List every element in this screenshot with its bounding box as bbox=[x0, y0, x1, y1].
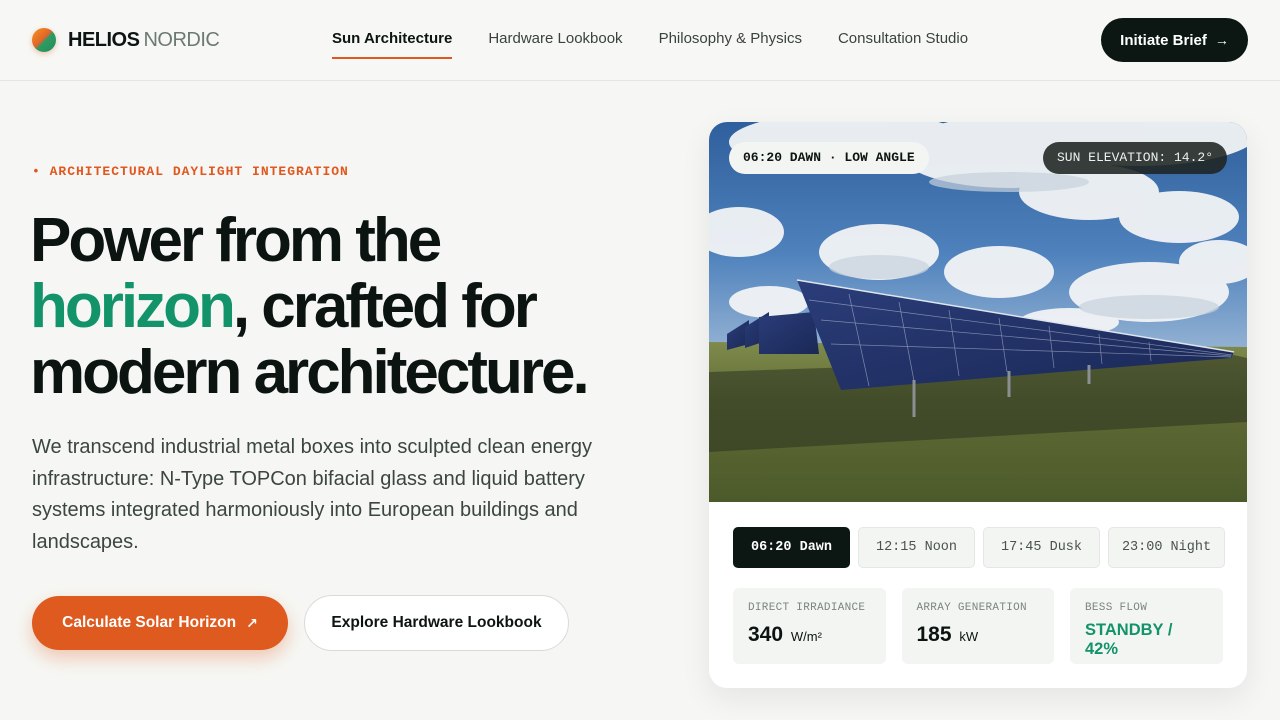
metric-status-value: STANDBY / 42% bbox=[1085, 621, 1173, 658]
metric-label: ARRAY GENERATION bbox=[916, 602, 1027, 614]
calculate-solar-horizon-button[interactable]: Calculate Solar Horizon ↗ bbox=[32, 596, 288, 650]
time-option-noon[interactable]: 12:15 Noon bbox=[858, 527, 975, 568]
metric-number: 340 bbox=[748, 623, 784, 646]
metric-label: BESS FLOW bbox=[1085, 602, 1148, 614]
time-of-day-badge: 06:20 DAWN · LOW ANGLE bbox=[729, 142, 929, 174]
sun-logo-icon bbox=[32, 28, 56, 52]
time-option-dusk[interactable]: 17:45 Dusk bbox=[983, 527, 1100, 568]
sun-elevation-badge: SUN ELEVATION: 14.2° bbox=[1042, 142, 1227, 174]
nav-item-philosophy-physics[interactable]: Philosophy & Physics bbox=[659, 0, 802, 80]
site-header: HELIOS NORDIC Sun Architecture Hardware L… bbox=[0, 0, 1280, 81]
time-option-dawn[interactable]: 06:20 Dawn bbox=[733, 527, 850, 568]
calculate-solar-horizon-label: Calculate Solar Horizon bbox=[62, 614, 237, 631]
nav-item-sun-architecture[interactable]: Sun Architecture bbox=[332, 0, 453, 80]
brand-name-bold: HELIOS bbox=[68, 28, 140, 51]
metric-bess-flow: BESS FLOW STANDBY / 42% bbox=[1070, 588, 1223, 664]
metric-value: 340 W/m² bbox=[748, 623, 872, 647]
main-nav: Sun Architecture Hardware Lookbook Philo… bbox=[332, 0, 1004, 80]
brand-wordmark: HELIOS NORDIC bbox=[68, 28, 220, 52]
nav-item-hardware-lookbook[interactable]: Hardware Lookbook bbox=[488, 0, 622, 80]
initiate-brief-label: Initiate Brief bbox=[1120, 31, 1207, 49]
initiate-brief-button[interactable]: Initiate Brief → bbox=[1101, 18, 1248, 62]
headline-line-3: modern architecture. bbox=[30, 338, 590, 407]
headline-line-1: Power from the bbox=[30, 206, 442, 275]
metric-label: DIRECT IRRADIANCE bbox=[748, 602, 866, 614]
headline-line-2: , crafted for bbox=[232, 272, 538, 341]
metric-direct-irradiance: DIRECT IRRADIANCE 340 W/m² bbox=[733, 588, 886, 664]
metric-number: 185 bbox=[916, 623, 952, 646]
time-selector: 06:20 Dawn 12:15 Noon 17:45 Dusk 23:00 N… bbox=[733, 527, 1225, 568]
solar-array-photo: 06:20 DAWN · LOW ANGLE SUN ELEVATION: 14… bbox=[709, 122, 1247, 502]
nav-item-consultation-studio[interactable]: Consultation Studio bbox=[838, 0, 968, 80]
explore-hardware-lookbook-button[interactable]: Explore Hardware Lookbook bbox=[304, 595, 569, 651]
time-option-night[interactable]: 23:00 Night bbox=[1108, 527, 1225, 568]
headline-accent: horizon bbox=[30, 272, 236, 341]
brand-name-light: NORDIC bbox=[143, 28, 220, 51]
hero-headline: Power from the horizon, crafted for mode… bbox=[30, 208, 670, 406]
metric-value: 185 kW bbox=[917, 623, 1041, 647]
hero-eyebrow: • ARCHITECTURAL DAYLIGHT INTEGRATION bbox=[32, 164, 349, 179]
metrics-row: DIRECT IRRADIANCE 340 W/m² ARRAY GENERAT… bbox=[733, 588, 1223, 664]
arrow-up-right-icon: ↗ bbox=[246, 615, 258, 631]
arrow-right-icon: → bbox=[1214, 32, 1229, 48]
brand-logo[interactable]: HELIOS NORDIC bbox=[32, 28, 220, 52]
metric-unit: W/m² bbox=[790, 629, 822, 644]
hero-description: We transcend industrial metal boxes into… bbox=[32, 436, 592, 553]
metric-unit: kW bbox=[959, 629, 979, 644]
solar-simulation-card: 06:20 DAWN · LOW ANGLE SUN ELEVATION: 14… bbox=[709, 122, 1247, 688]
metric-array-generation: ARRAY GENERATION 185 kW bbox=[901, 588, 1054, 664]
